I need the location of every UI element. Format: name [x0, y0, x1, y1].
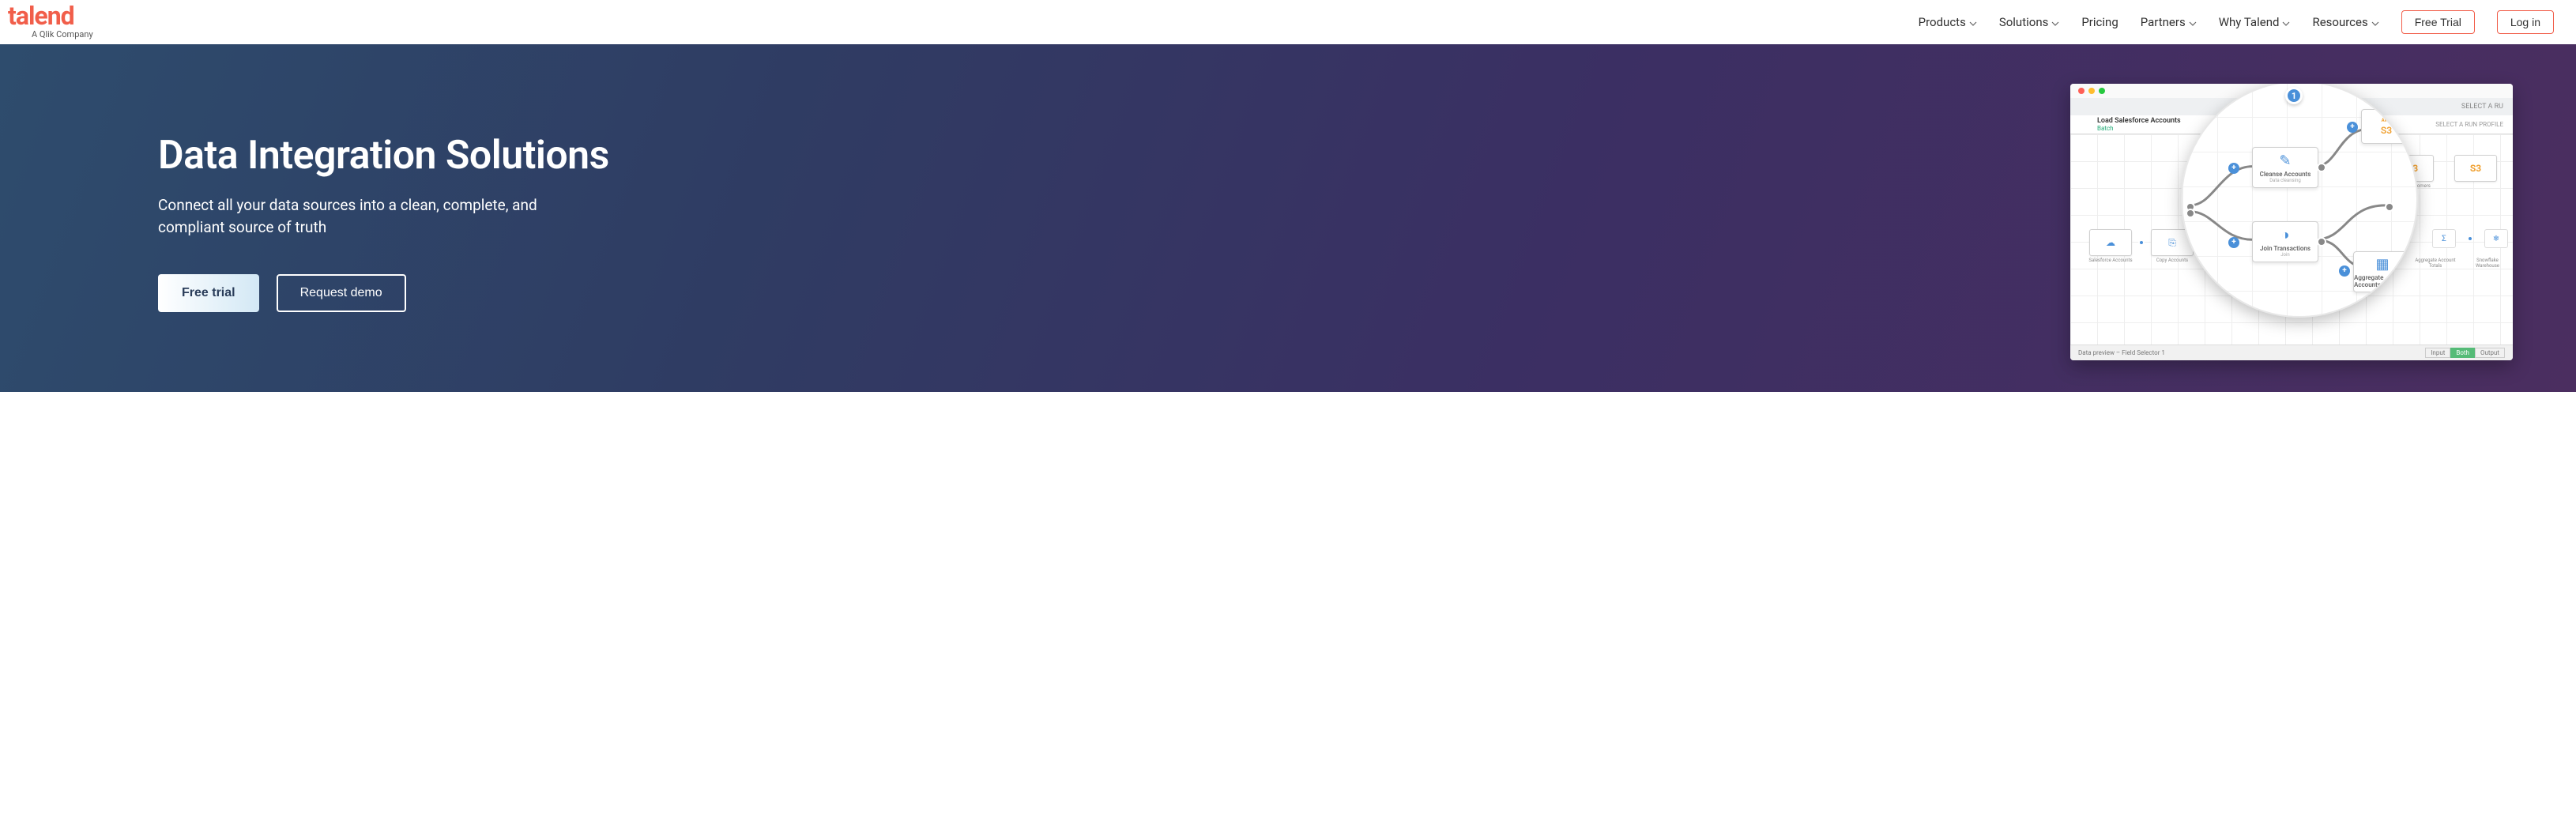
node-label: Cleanse Accounts [2260, 171, 2311, 178]
magnifier-lens: ✎ Cleanse Accounts Data cleansing + ◑ Jo… [2181, 84, 2418, 318]
node-join-transactions: ◑ Join Transactions Join [2252, 221, 2318, 262]
node-label: Aggregate Account Totals [2413, 258, 2457, 269]
node-sublabel: Data cleansing [2269, 178, 2301, 183]
node-sublabel: Join [2280, 252, 2290, 258]
primary-nav: Products Solutions Pricing Partners Why … [1919, 10, 2554, 34]
chevron-down-icon [2189, 15, 2197, 29]
chevron-down-icon [1969, 15, 1977, 29]
nav-label: Pricing [2081, 15, 2118, 29]
chevron-down-icon [2371, 15, 2379, 29]
add-connector-icon: + [2228, 163, 2239, 174]
brand-logo[interactable]: talend A Qlik Company [8, 5, 93, 40]
nav-solutions[interactable]: Solutions [1999, 15, 2060, 29]
hero-copy: Data Integration Solutions Connect all y… [158, 133, 609, 312]
aggregate-icon: ▦ [2375, 256, 2389, 273]
nav-resources[interactable]: Resources [2312, 15, 2378, 29]
hero-subtitle: Connect all your data sources into a cle… [158, 194, 601, 239]
right-edge-nodes: Σ ❄ [2432, 229, 2508, 248]
mock-footer: Data preview – Field Selector 1 Input Bo… [2070, 344, 2513, 360]
nav-label: Partners [2141, 15, 2186, 29]
chevron-down-icon [2282, 15, 2290, 29]
footer-view-toggle: Input Both Output [2425, 348, 2505, 358]
node-label: Join Transactions [2260, 245, 2310, 252]
nav-label: Resources [2312, 15, 2367, 29]
toolbar-hint: SELECT A RU [2461, 103, 2503, 111]
join-icon: ◑ [2281, 227, 2290, 243]
connector-dot-icon [2385, 202, 2394, 212]
mac-zoom-icon [2099, 88, 2105, 94]
connector-dot-icon [2186, 209, 2195, 218]
step-badge: 1 [2285, 87, 2303, 104]
chevron-down-icon [2051, 15, 2059, 29]
pipeline-badge: Batch [2097, 125, 2114, 132]
nav-partners[interactable]: Partners [2141, 15, 2197, 29]
node-label: Salesforce Accounts [2087, 258, 2134, 263]
connector-dot-icon [2138, 239, 2145, 246]
node-s3-dest: S3 [2454, 155, 2497, 182]
footer-left-text: Data preview – Field Selector 1 [2078, 349, 2165, 356]
hero-section: Data Integration Solutions Connect all y… [0, 44, 2576, 392]
logo-text: talend [8, 5, 74, 28]
node-aggregate-accounts: ▦ Aggregate Accounts [2353, 251, 2412, 292]
product-screenshot: SELECT A RU Load Salesforce Accounts Bat… [2070, 84, 2513, 360]
free-trial-button[interactable]: Free Trial [2401, 10, 2475, 34]
nav-pricing[interactable]: Pricing [2081, 15, 2118, 29]
connector-dot-icon [2467, 235, 2473, 242]
add-connector-icon: + [2228, 237, 2239, 248]
add-connector-icon: + [2339, 265, 2350, 277]
node-snowflake: ❄ [2484, 229, 2508, 248]
brush-icon: ✎ [2279, 152, 2291, 169]
cloud-icon: ☁ [2106, 237, 2115, 248]
aws-brand: AWS [2382, 118, 2392, 123]
s3-icon: S3 [2381, 125, 2392, 136]
node-label: Snowflake Warehouse [2465, 258, 2510, 269]
login-button[interactable]: Log in [2497, 10, 2554, 34]
mac-close-icon [2078, 88, 2085, 94]
node-aws-s3: AWS S3 [2361, 109, 2412, 144]
run-profile-label: SELECT A RUN PROFILE [2435, 121, 2503, 128]
connector-dot-icon [2317, 163, 2326, 172]
hero-actions: Free trial Request demo [158, 274, 609, 312]
nav-label: Why Talend [2219, 15, 2280, 29]
add-connector-icon: + [2347, 122, 2358, 133]
node-salesforce: ☁ [2089, 229, 2132, 256]
nav-products[interactable]: Products [1919, 15, 1977, 29]
node-aggregate-totals: Σ [2432, 229, 2456, 248]
main-header: talend A Qlik Company Products Solutions… [0, 0, 2576, 44]
connector-dot-icon [2317, 237, 2326, 247]
copy-icon: ⎘ [2168, 237, 2176, 249]
pipeline-title: Load Salesforce Accounts [2097, 117, 2181, 125]
nav-why-talend[interactable]: Why Talend [2219, 15, 2291, 29]
hero-request-demo-button[interactable]: Request demo [277, 274, 406, 312]
logo-subtext: A Qlik Company [8, 29, 93, 40]
hero-free-trial-button[interactable]: Free trial [158, 274, 259, 312]
node-label: Copy Accounts [2149, 258, 2196, 263]
mac-minimize-icon [2088, 88, 2095, 94]
node-cleanse-accounts: ✎ Cleanse Accounts Data cleansing [2252, 147, 2318, 188]
pill-input: Input [2425, 348, 2450, 358]
s3-icon: S3 [2470, 163, 2481, 174]
node-label: Aggregate Accounts [2354, 274, 2411, 288]
hero-title: Data Integration Solutions [158, 133, 609, 179]
pill-both: Both [2450, 348, 2475, 358]
pill-output: Output [2475, 348, 2505, 358]
nav-label: Solutions [1999, 15, 2049, 29]
nav-label: Products [1919, 15, 1966, 29]
